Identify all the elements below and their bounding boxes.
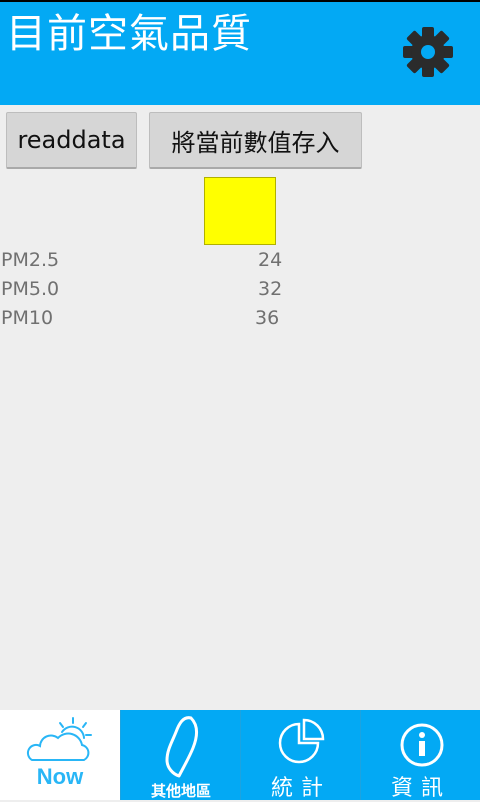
tab-other-regions[interactable]: 其他地區	[120, 710, 240, 800]
tab-label: 統計	[270, 776, 331, 801]
reading-label: PM2.5	[1, 249, 60, 271]
tab-label: Now	[36, 764, 84, 789]
tab-info[interactable]: 資訊	[360, 710, 480, 801]
reading-row-pm10: PM10 36	[0, 307, 300, 333]
save-values-button[interactable]: 將當前數值存入	[149, 112, 362, 169]
taiwan-map-icon	[165, 716, 198, 778]
weather-cloud-sun-icon	[26, 717, 92, 761]
reading-row-pm25: PM2.5 24	[0, 249, 300, 275]
reading-value: 24	[258, 249, 283, 271]
settings-button[interactable]	[398, 22, 458, 82]
gear-icon	[403, 27, 453, 77]
air-quality-color-indicator	[204, 177, 276, 245]
tab-statistics[interactable]: 統計	[240, 710, 360, 801]
tab-label: 其他地區	[150, 782, 211, 800]
bottom-tab-bar: Now 其他地區 統計 資訊	[0, 710, 480, 801]
tab-label: 資訊	[390, 776, 451, 801]
reading-value: 32	[258, 278, 283, 300]
reading-label: PM5.0	[1, 278, 60, 300]
reading-label: PM10	[1, 307, 54, 329]
readdata-button[interactable]: readdata	[6, 112, 137, 169]
tab-now[interactable]: Now	[0, 710, 120, 800]
pie-chart-icon	[278, 718, 325, 764]
reading-row-pm50: PM5.0 32	[0, 278, 300, 304]
app-header: 目前空氣品質	[0, 2, 480, 105]
reading-value: 36	[255, 307, 280, 329]
page-title: 目前空氣品質	[6, 11, 252, 57]
info-icon	[400, 723, 444, 767]
